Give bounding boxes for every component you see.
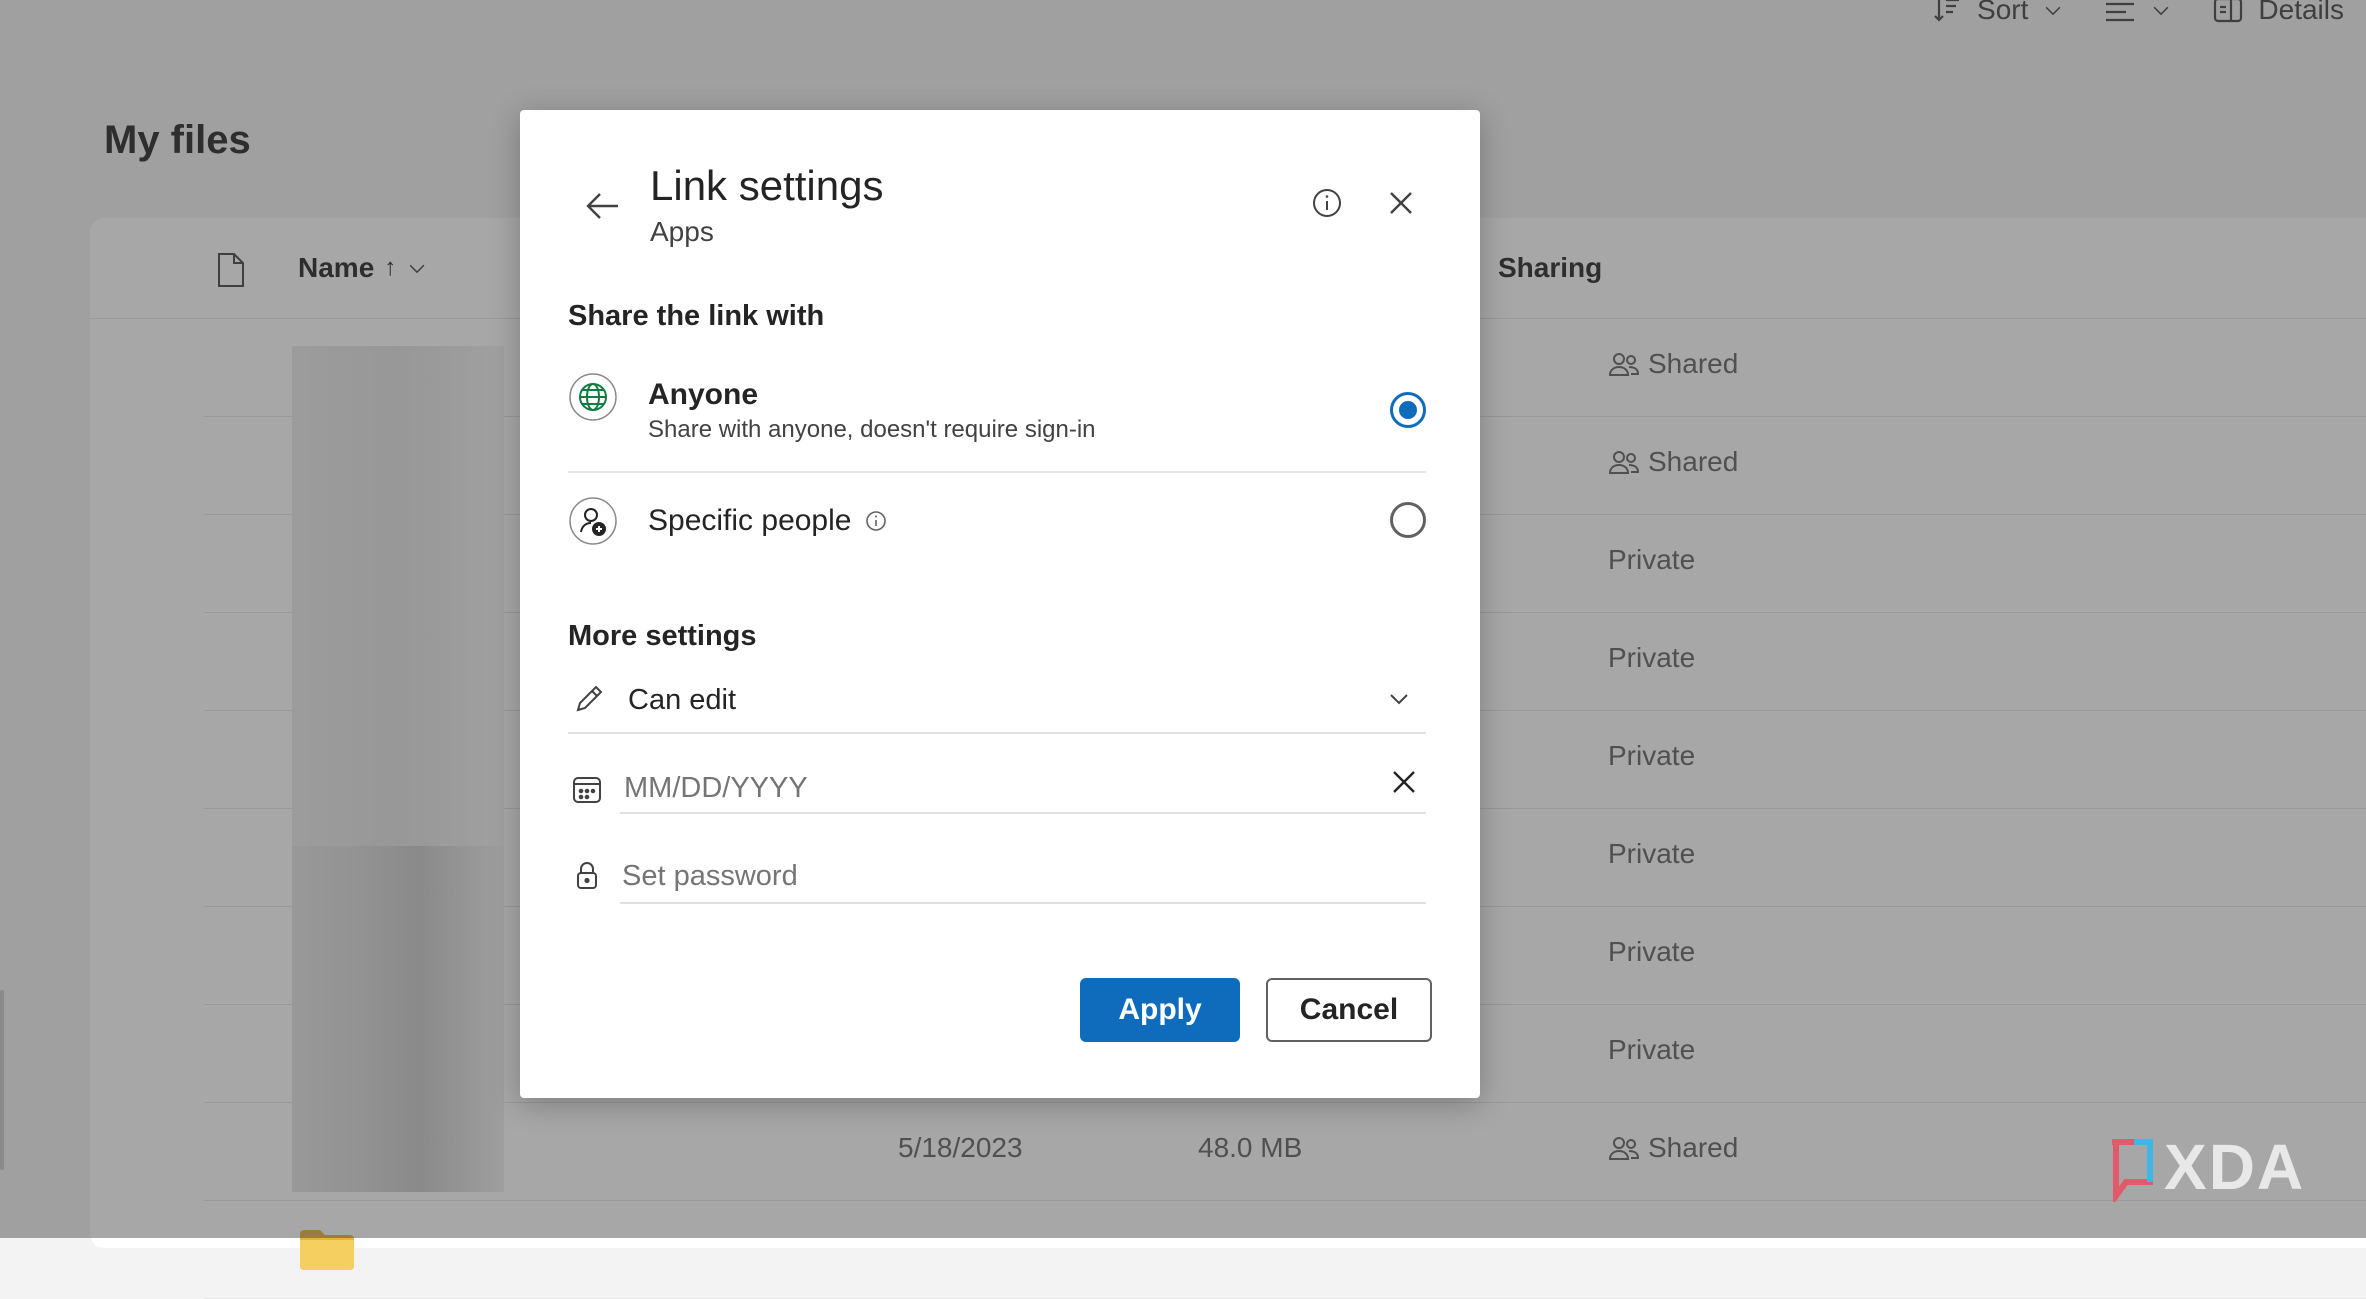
option-specific-title: Specific people: [648, 504, 888, 538]
pencil-icon: [576, 685, 603, 712]
chevron-down-icon: [1390, 694, 1408, 705]
expiry-underline: [620, 812, 1426, 814]
option-anyone-title: Anyone: [648, 378, 759, 411]
link-settings-dialog: Link settings Apps Share the link with A…: [520, 110, 1480, 1098]
info-icon[interactable]: [1310, 186, 1344, 220]
clear-date-icon[interactable]: [1388, 766, 1420, 798]
lock-icon: [577, 862, 597, 889]
anyone-radio[interactable]: [1390, 392, 1426, 428]
expiry-date-input[interactable]: [624, 764, 1304, 812]
person-add-icon: [569, 497, 617, 545]
permission-underline: [568, 732, 1426, 734]
dialog-title: Link settings: [650, 162, 884, 209]
info-icon[interactable]: [864, 509, 888, 533]
back-arrow-icon[interactable]: [582, 186, 622, 226]
password-underline: [620, 902, 1426, 904]
apply-button[interactable]: Apply: [1080, 978, 1240, 1042]
option-divider: [568, 471, 1426, 473]
xda-wordmark: XDA: [2164, 1131, 2306, 1203]
option-specific-label: Specific people: [648, 504, 852, 537]
dialog-subtitle: Apps: [650, 216, 714, 247]
password-input[interactable]: [622, 852, 1402, 900]
xda-logo-icon: [2112, 1139, 2153, 1202]
close-icon[interactable]: [1386, 188, 1416, 218]
more-settings-heading: More settings: [568, 620, 757, 652]
scroll-edge: [0, 990, 4, 1170]
cancel-button[interactable]: Cancel: [1266, 978, 1432, 1042]
globe-icon: [569, 373, 617, 421]
xda-watermark: XDA: [2104, 1130, 2305, 1204]
specific-people-radio[interactable]: [1390, 502, 1426, 538]
permission-value: Can edit: [628, 684, 737, 716]
share-heading: Share the link with: [568, 300, 825, 332]
option-anyone-description: Share with anyone, doesn't require sign-…: [648, 416, 1096, 443]
calendar-icon: [573, 777, 601, 803]
